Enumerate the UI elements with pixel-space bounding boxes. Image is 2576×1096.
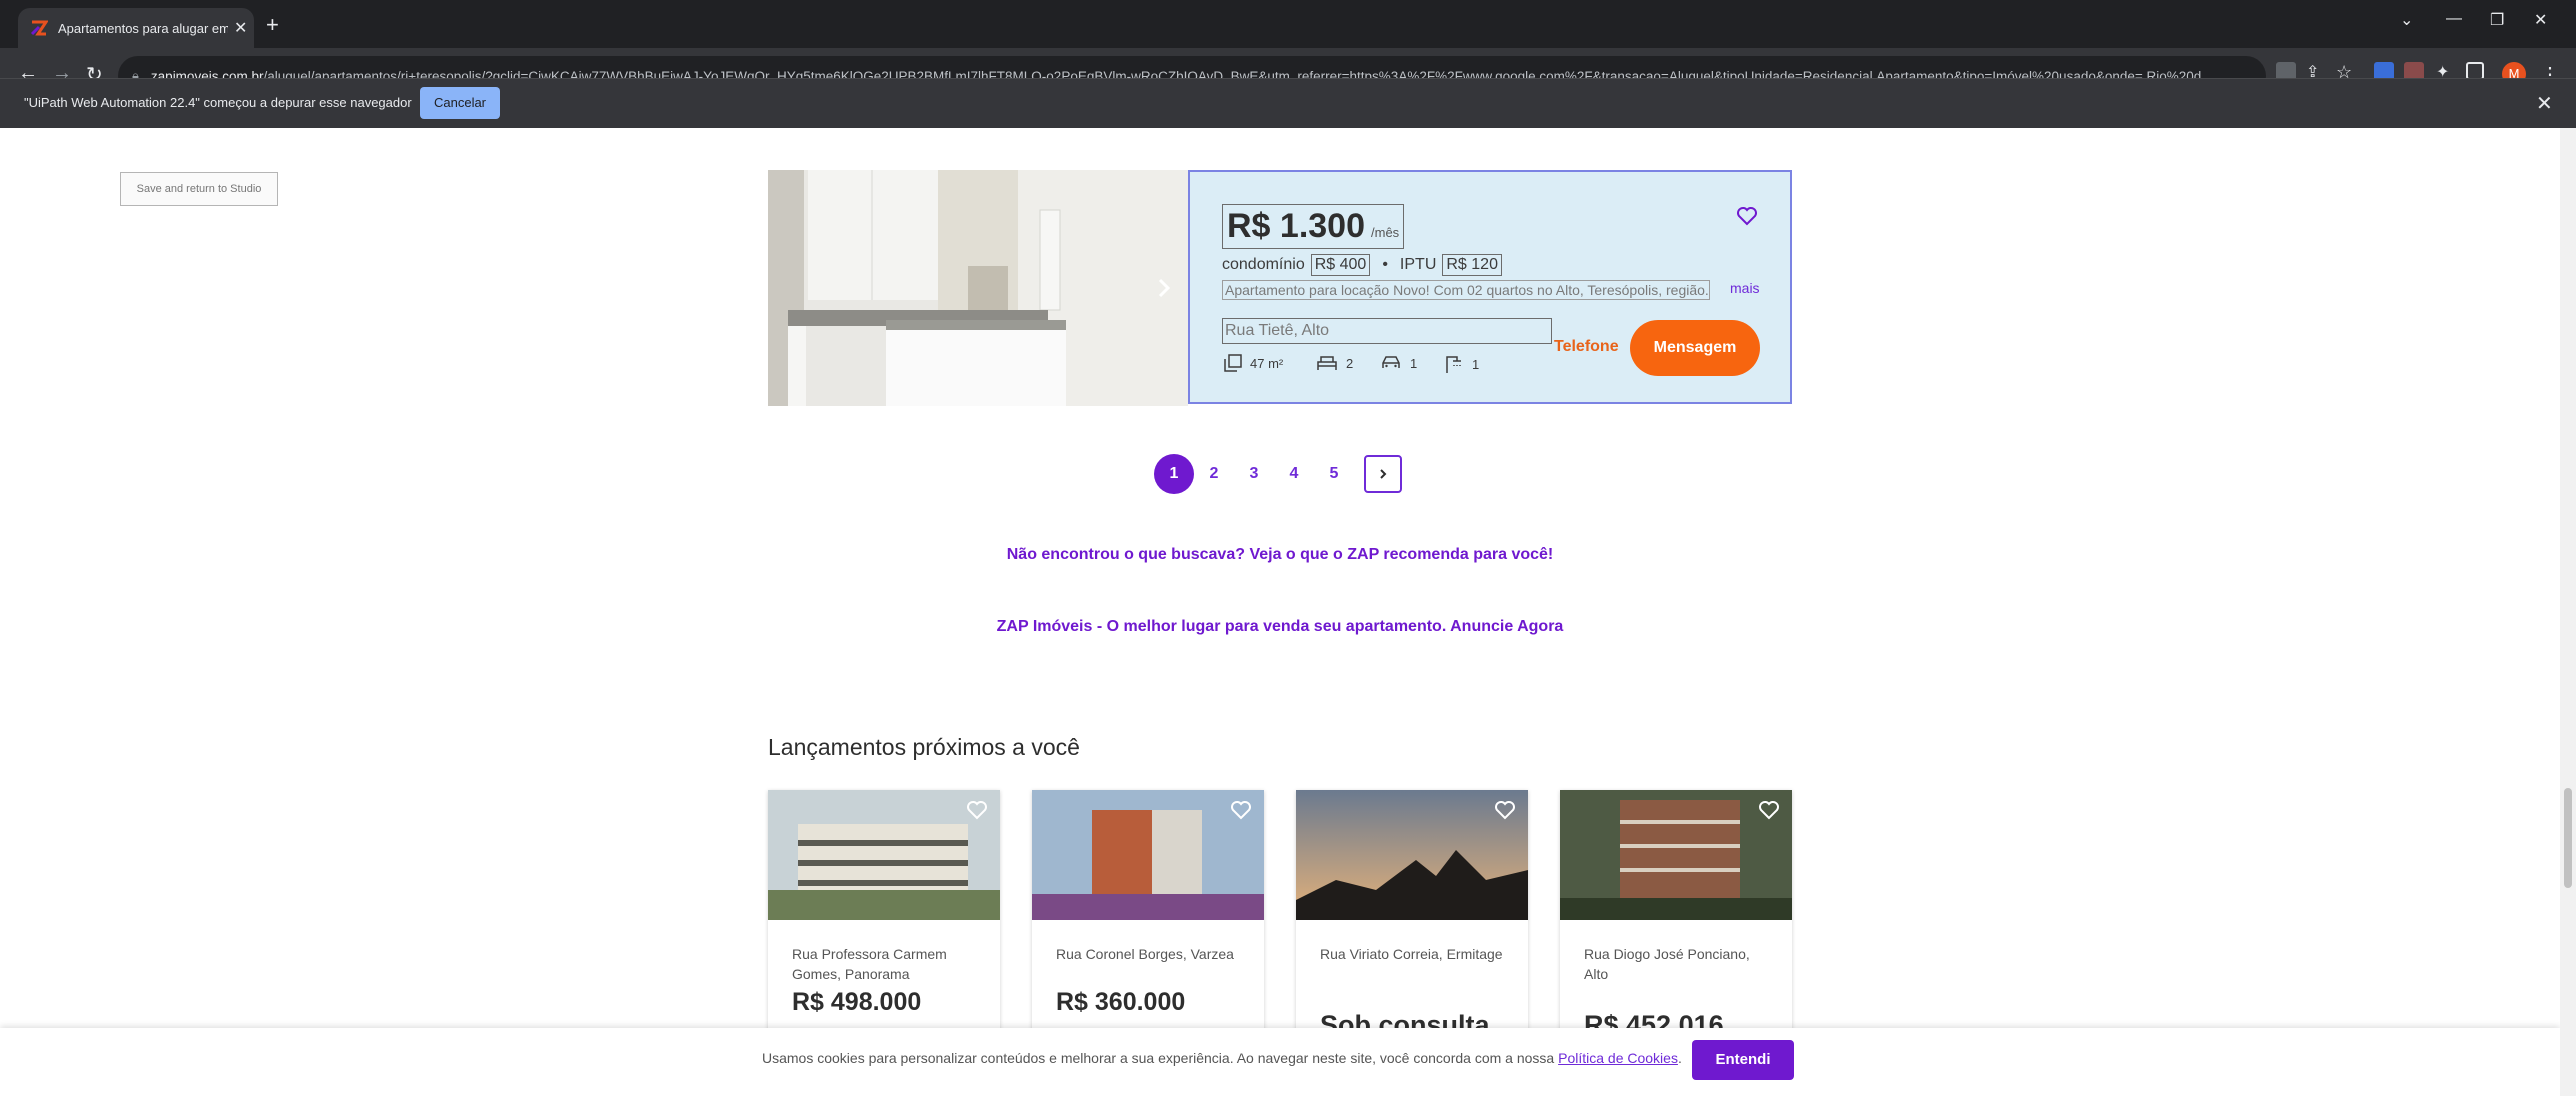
minimize-icon[interactable]: —: [2446, 10, 2462, 28]
page-content: Save and return to Studio R$ 1.300 /mês …: [0, 128, 2560, 1096]
message-button[interactable]: Mensagem: [1630, 320, 1760, 376]
infobar-close-icon[interactable]: ✕: [2536, 91, 2553, 116]
more-link[interactable]: mais: [1730, 280, 1760, 296]
listing-address: Rua Tietê, Alto: [1222, 318, 1552, 344]
restore-icon[interactable]: ❐: [2490, 10, 2504, 30]
cookie-banner: Usamos cookies para personalizar conteúd…: [0, 1028, 2560, 1096]
tab-close-icon[interactable]: ✕: [234, 18, 247, 38]
listing-card[interactable]: R$ 1.300 /mês condomínio R$ 400 • IPTU R…: [768, 170, 1792, 406]
launch-address: Rua Viriato Correia, Ermitage: [1320, 946, 1503, 962]
price-box: R$ 1.300 /mês: [1222, 204, 1405, 249]
tab-search-icon[interactable]: ⌄: [2400, 10, 2413, 30]
page-1[interactable]: 1: [1154, 454, 1194, 494]
listing-info[interactable]: R$ 1.300 /mês condomínio R$ 400 • IPTU R…: [1188, 170, 1792, 404]
page-scrollbar[interactable]: [2560, 128, 2576, 1096]
scrollbar-thumb[interactable]: [2564, 788, 2572, 888]
area-icon: [1224, 354, 1242, 372]
favorite-heart-icon[interactable]: [1230, 800, 1252, 820]
listing-photo[interactable]: [768, 170, 1188, 406]
bedrooms-value: 2: [1346, 355, 1354, 371]
parking-feature: 1: [1380, 354, 1417, 372]
parking-value: 1: [1410, 355, 1418, 371]
next-page-button[interactable]: [1364, 455, 1402, 493]
page-3[interactable]: 3: [1234, 454, 1274, 494]
favorite-heart-icon[interactable]: [1736, 206, 1758, 226]
save-return-studio-button[interactable]: Save and return to Studio: [120, 172, 278, 206]
tab-title: Apartamentos para alugar em Te: [58, 20, 228, 36]
browser-tab[interactable]: Apartamentos para alugar em Te ✕: [18, 8, 254, 48]
accept-cookies-button[interactable]: Entendi: [1692, 1040, 1794, 1080]
condo-value: R$ 400: [1310, 254, 1371, 276]
launch-price: R$ 498.000: [792, 988, 922, 1016]
listing-price: R$ 1.300: [1227, 207, 1365, 245]
cookie-text: Usamos cookies para personalizar conteúd…: [762, 1050, 1682, 1066]
recommendation-link[interactable]: Não encontrou o que buscava? Veja o que …: [0, 546, 2560, 564]
launch-address: Rua Diogo José Ponciano, Alto: [1584, 946, 1750, 982]
iptu-value: R$ 120: [1442, 254, 1502, 276]
shower-icon: [1446, 356, 1461, 373]
chevron-right-icon: [1380, 469, 1387, 479]
launches-title: Lançamentos próximos a você: [768, 734, 1080, 760]
fee-separator: •: [1382, 256, 1388, 273]
page-5[interactable]: 5: [1314, 454, 1354, 494]
debug-infobar: "UiPath Web Automation 22.4" começou a d…: [0, 78, 2576, 129]
bathrooms-value: 1: [1472, 356, 1480, 372]
area-value: 47 m²: [1250, 355, 1284, 371]
page-4[interactable]: 4: [1274, 454, 1314, 494]
zap-logo-icon: [30, 20, 48, 36]
fees-row: condomínio R$ 400 • IPTU R$ 120: [1222, 254, 1502, 276]
cookie-policy-link[interactable]: Política de Cookies: [1558, 1050, 1678, 1066]
cancel-debug-button[interactable]: Cancelar: [420, 87, 500, 119]
browser-tab-bar: Apartamentos para alugar em Te ✕ + ⌄ — ❐…: [0, 0, 2576, 48]
launch-price: R$ 360.000: [1056, 988, 1186, 1016]
car-icon: [1382, 356, 1400, 368]
iptu-label: IPTU: [1399, 256, 1437, 273]
announce-link[interactable]: ZAP Imóveis - O melhor lugar para venda …: [0, 618, 2560, 636]
area-feature: 47 m²: [1224, 354, 1283, 372]
pagination: 1 2 3 4 5: [1154, 454, 1402, 494]
price-period: /mês: [1371, 225, 1400, 240]
favorite-heart-icon[interactable]: [966, 800, 988, 820]
bed-icon: [1317, 356, 1337, 370]
window-close-icon[interactable]: ✕: [2534, 10, 2547, 30]
infobar-message: "UiPath Web Automation 22.4" começou a d…: [24, 95, 412, 110]
page-2[interactable]: 2: [1194, 454, 1234, 494]
launch-address: Rua Professora Carmem Gomes, Panorama: [792, 946, 947, 982]
kitchen-photo: [768, 170, 1188, 406]
launch-address: Rua Coronel Borges, Varzea: [1056, 946, 1234, 962]
phone-button[interactable]: Telefone: [1554, 338, 1619, 356]
bathrooms-feature: 1: [1444, 354, 1479, 374]
new-tab-icon[interactable]: +: [266, 12, 279, 38]
listing-description: Apartamento para locação Novo! Com 02 qu…: [1222, 280, 1710, 300]
bedrooms-feature: 2: [1316, 354, 1353, 372]
favorite-heart-icon[interactable]: [1758, 800, 1780, 820]
favorite-heart-icon[interactable]: [1494, 800, 1516, 820]
condo-label: condomínio: [1222, 256, 1305, 273]
